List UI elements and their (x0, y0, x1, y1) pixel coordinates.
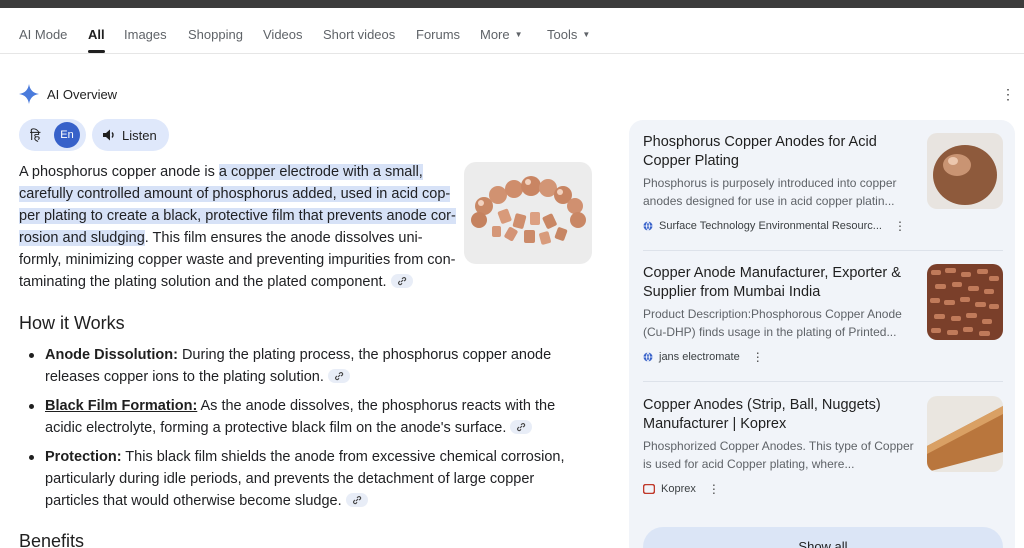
source-snippet: Phosphorized Copper Anodes. This type of… (643, 439, 914, 471)
tab-tools[interactable]: Tools ▼ (547, 27, 590, 42)
copper-anode-image[interactable] (464, 162, 592, 264)
tab-tools-label: Tools (547, 27, 578, 42)
source-title[interactable]: Copper Anodes (Strip, Ball, Nuggets) Man… (643, 396, 919, 434)
more-options-icon[interactable]: ⋮ (708, 482, 720, 496)
sparkle-icon (19, 84, 39, 104)
tab-forums[interactable]: Forums (416, 27, 460, 42)
tab-more[interactable]: More ▼ (480, 27, 523, 42)
list-item: Anode Dissolution: During the plating pr… (27, 344, 587, 388)
globe-icon (643, 352, 653, 362)
source-site-name: Surface Technology Environmental Resourc… (659, 220, 882, 232)
source-site[interactable]: jans electromate ⋮ (643, 350, 764, 364)
language-toggle: हि En (19, 119, 86, 151)
tab-ai-mode[interactable]: AI Mode (19, 27, 67, 42)
paragraph-intro: A phosphorus copper anode is (19, 164, 219, 180)
source-site[interactable]: Surface Technology Environmental Resourc… (643, 219, 906, 233)
citation-link-icon[interactable] (327, 369, 350, 383)
tab-short-videos[interactable]: Short videos (323, 27, 395, 42)
ai-overview-title: AI Overview (47, 86, 118, 102)
list-item: Protection: This black film shields the … (27, 446, 587, 512)
tab-images[interactable]: Images (124, 27, 167, 42)
tab-shopping[interactable]: Shopping (188, 27, 243, 42)
more-options-icon[interactable]: ⋮ (1000, 86, 1016, 103)
overview-paragraph: A phosphorus copper anode is a copper el… (19, 161, 459, 293)
divider (643, 250, 1003, 251)
tab-videos[interactable]: Videos (263, 27, 303, 42)
language-english-button[interactable]: En (54, 122, 80, 148)
source-title[interactable]: Phosphorus Copper Anodes for Acid Copper… (643, 133, 919, 171)
source-site-name: Koprex (661, 483, 696, 495)
browser-top-bar (0, 0, 1024, 8)
more-options-icon[interactable]: ⋮ (894, 219, 906, 233)
bullet-text: This black film shields the anode from e… (45, 449, 565, 509)
source-thumbnail[interactable] (927, 264, 1003, 340)
chevron-down-icon: ▼ (582, 30, 591, 39)
source-snippet: Phosphorus is purposely introduced into … (643, 176, 897, 208)
source-card[interactable]: Copper Anode Manufacturer, Exporter & Su… (643, 264, 1003, 374)
tab-all[interactable]: All (88, 27, 105, 53)
koprex-logo-icon (643, 484, 655, 494)
language-hindi-button[interactable]: हि (30, 126, 40, 144)
tab-more-label: More (480, 27, 510, 42)
source-card[interactable]: Copper Anodes (Strip, Ball, Nuggets) Man… (643, 396, 1003, 506)
speaker-icon (103, 129, 114, 141)
chevron-down-icon: ▼ (514, 30, 523, 39)
search-tabs: AI Mode All Images Shopping Videos Short… (0, 8, 1024, 54)
bullet-term: Protection: (45, 449, 122, 465)
ai-overview-header: AI Overview (19, 83, 117, 105)
benefits-heading: Benefits (19, 531, 85, 548)
source-title[interactable]: Copper Anode Manufacturer, Exporter & Su… (643, 264, 919, 302)
citation-link-icon[interactable] (390, 274, 413, 288)
how-it-works-list: Anode Dissolution: During the plating pr… (27, 344, 587, 519)
source-card[interactable]: Phosphorus Copper Anodes for Acid Copper… (643, 133, 1003, 243)
source-snippet: Product Description:Phosphorous Copper A… (643, 307, 902, 339)
source-thumbnail[interactable] (927, 396, 1003, 472)
bullet-term[interactable]: Black Film Formation: (45, 398, 197, 414)
citation-link-icon[interactable] (510, 420, 533, 434)
source-site[interactable]: Koprex ⋮ (643, 482, 720, 496)
show-all-button[interactable]: Show all (643, 527, 1003, 548)
source-site-name: jans electromate (659, 351, 740, 363)
source-thumbnail[interactable] (927, 133, 1003, 209)
more-options-icon[interactable]: ⋮ (752, 350, 764, 364)
listen-label: Listen (122, 127, 157, 143)
divider (643, 381, 1003, 382)
globe-icon (643, 221, 653, 231)
citation-link-icon[interactable] (345, 493, 368, 507)
bullet-term: Anode Dissolution: (45, 347, 178, 363)
list-item: Black Film Formation: As the anode disso… (27, 395, 587, 439)
listen-button[interactable]: Listen (92, 119, 169, 151)
how-it-works-heading: How it Works (19, 313, 125, 333)
sources-panel: Phosphorus Copper Anodes for Acid Copper… (629, 120, 1015, 548)
